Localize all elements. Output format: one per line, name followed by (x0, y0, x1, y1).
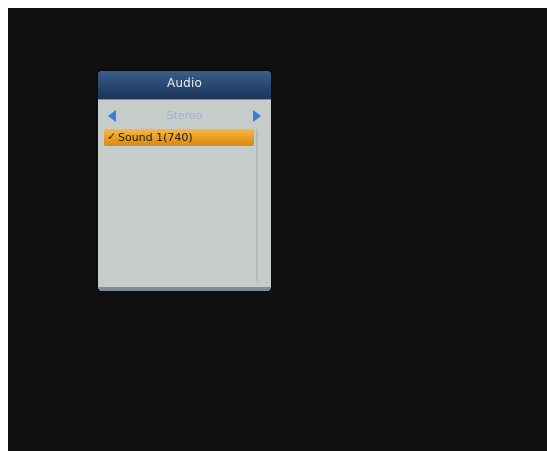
dialog-header: Audio (98, 71, 271, 100)
dialog-footer-bar (98, 287, 271, 291)
audio-track-list: ✓ Sound 1(740) (104, 129, 257, 281)
scroll-track (256, 129, 258, 281)
scrollbar[interactable] (254, 129, 260, 281)
audio-mode-selector[interactable]: Stereo (104, 108, 265, 124)
tv-screen: Audio Stereo ✓ Sound 1(740) (8, 8, 547, 451)
audio-dialog: Audio Stereo ✓ Sound 1(740) (98, 71, 271, 291)
audio-track-label: Sound 1(740) (118, 131, 193, 144)
arrow-right-icon[interactable] (253, 110, 261, 122)
dialog-title: Audio (166, 76, 203, 90)
audio-mode-label: Stereo (166, 109, 203, 122)
list-item[interactable]: ✓ Sound 1(740) (104, 129, 254, 146)
checkmark-icon: ✓ (107, 130, 117, 143)
